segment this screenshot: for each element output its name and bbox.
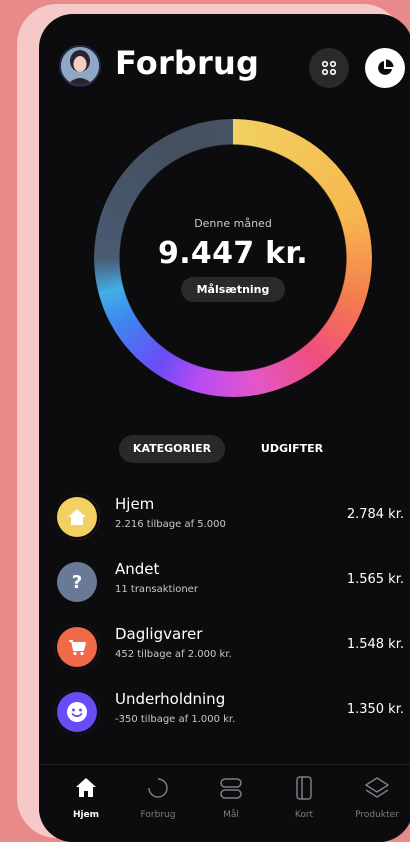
avatar-image [61,47,99,85]
total-amount: 9.447 kr. [158,236,308,271]
category-subtitle: 2.216 tilbage af 5.000 [115,519,226,530]
pie-chart-icon [378,59,394,75]
donut-center: Denne måned 9.447 kr. Målsætning [94,217,372,302]
category-icon-wrap: ? [54,559,100,605]
category-title: Dagligvarer [115,625,203,643]
category-progress-ring [54,689,100,735]
nav-label-goals: Mål [223,810,239,820]
stack-icon [220,778,242,799]
category-title: Underholdning [115,690,226,708]
nav-label-products: Produkter [355,810,399,820]
category-progress-ring [54,624,100,670]
period-caption: Denne måned [194,217,272,230]
list-item[interactable]: ? Andet 11 transaktioner 1.565 kr. [39,559,410,615]
page-title: Forbrug [115,44,260,82]
nav-item-home[interactable]: Hjem [51,774,121,820]
nav-item-spending[interactable]: Forbrug [123,774,193,820]
nav-item-products[interactable]: Produkter [342,774,410,820]
category-subtitle: 11 transaktioner [115,584,198,595]
app-screen: Forbrug Denne måned 9.447 kr. Målsætning [39,14,410,842]
card-icon [296,776,312,800]
home-icon [57,497,97,537]
category-subtitle: -350 tilbage af 1.000 kr. [115,714,236,725]
nav-label-home: Hjem [72,810,100,820]
category-amount: 1.350 kr. [346,702,404,717]
pie-chart-button[interactable] [365,48,405,88]
nav-item-card[interactable]: Kort [269,774,339,820]
nav-label-card: Kort [294,810,314,820]
list-item[interactable]: Dagligvarer 452 tilbage af 2.000 kr. 1.5… [39,624,410,680]
layers-icon [365,777,389,798]
category-progress-ring [54,494,100,540]
category-amount: 1.565 kr. [346,572,404,587]
grid-menu-button[interactable] [309,48,349,88]
category-title: Hjem [115,495,155,513]
list-item[interactable]: Hjem 2.216 tilbage af 5.000 2.784 kr. [39,494,410,550]
category-subtitle: 452 tilbage af 2.000 kr. [115,649,232,660]
home-icon [76,778,96,797]
category-amount: 1.548 kr. [346,637,404,652]
nav-label-spending: Forbrug [140,810,176,820]
category-amount: 2.784 kr. [346,507,404,522]
list-item[interactable]: Underholdning -350 tilbage af 1.000 kr. … [39,689,410,745]
nav-item-goals[interactable]: Mål [196,774,266,820]
category-title: Andet [115,560,160,578]
spending-donut-chart: Denne måned 9.447 kr. Målsætning [94,119,372,397]
grid-dots-icon [321,60,337,76]
tab-expenses[interactable]: UDGIFTER [251,435,333,463]
cart-icon [57,627,97,667]
smiley-icon [57,692,97,732]
bottom-navigation: Hjem Forbrug Mål Kort Produkter [39,764,410,842]
phone-frame: Forbrug Denne måned 9.447 kr. Målsætning [17,4,410,842]
avatar[interactable] [59,45,101,87]
tab-categories[interactable]: KATEGORIER [119,435,225,463]
spinner-icon [148,778,168,798]
question-icon: ? [57,562,97,602]
view-tabs: KATEGORIER UDGIFTER [39,435,410,465]
goal-button[interactable]: Målsætning [180,277,286,302]
